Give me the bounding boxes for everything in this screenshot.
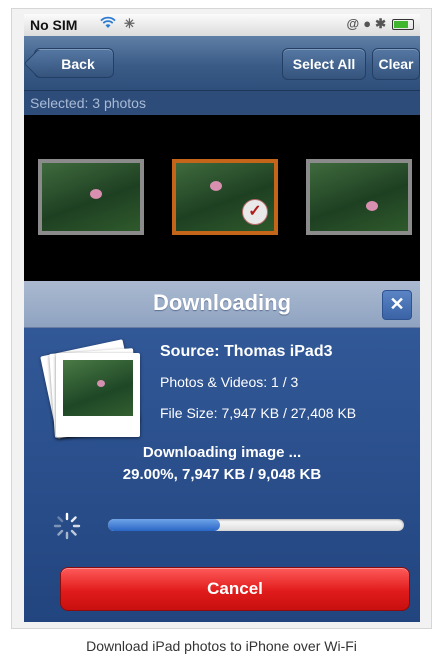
cancel-button[interactable]: Cancel [60, 567, 410, 611]
battery-icon [392, 19, 414, 31]
bluetooth-icon: ✱ [375, 16, 390, 31]
download-dialog: Downloading ✕ Source: Thomas iPad3 Photo… [24, 281, 420, 622]
download-progress-text: 29.00%, 7,947 KB / 9,048 KB [122, 466, 322, 483]
at-icon: @ [346, 16, 364, 31]
photo-thumbnails: ✓ [24, 115, 420, 281]
progress-bar-fill [108, 519, 221, 531]
source-label: Source: Thomas iPad3 [160, 343, 333, 360]
progress-bar [108, 519, 404, 531]
download-status-text: Downloading image ... [142, 444, 302, 461]
file-size-label: File Size: 7,947 KB / 27,408 KB [160, 405, 357, 421]
close-button[interactable]: ✕ [382, 290, 412, 320]
dialog-header: Downloading ✕ [24, 281, 420, 328]
photo-thumbnail[interactable] [38, 159, 144, 235]
back-button[interactable]: Back [34, 48, 114, 78]
photo-thumbnail-selected[interactable]: ✓ [172, 159, 278, 235]
dialog-title: Downloading [152, 290, 292, 315]
select-all-button[interactable]: Select All [282, 48, 366, 80]
photos-videos-count: Photos & Videos: 1 / 3 [160, 374, 299, 390]
selection-count: Selected: 3 photos [24, 91, 420, 115]
clear-button[interactable]: Clear [372, 48, 420, 80]
photo-stack-icon [34, 339, 150, 451]
back-button-label: Back [61, 56, 95, 72]
photo-thumbnail[interactable] [306, 159, 412, 235]
wifi-icon [100, 16, 116, 32]
loading-spinner-icon [53, 512, 81, 540]
image-caption: Download iPad photos to iPhone over Wi-F… [86, 638, 357, 654]
carrier-label: No SIM [30, 17, 78, 33]
status-icons: @●✱ [347, 16, 414, 32]
navigation-bar: Back Select All Clear [24, 36, 420, 91]
lock-icon: ● [363, 16, 376, 31]
activity-spinner-icon: ✳ [124, 16, 135, 31]
status-bar: No SIM ✳ @●✱ [24, 14, 420, 36]
iphone-screen: No SIM ✳ @●✱ Back Select All Clear Selec… [24, 14, 420, 622]
checkmark-icon: ✓ [242, 199, 268, 225]
